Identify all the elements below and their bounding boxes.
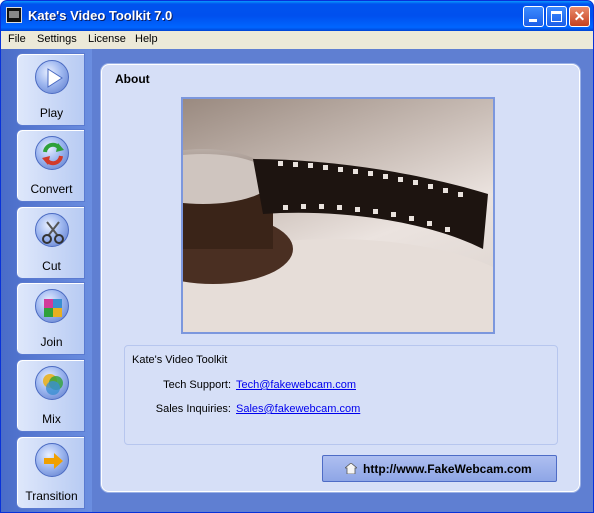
sidebar-item-label: Convert bbox=[30, 182, 73, 196]
sidebar-item-label: Join bbox=[40, 335, 63, 349]
close-icon: ✕ bbox=[573, 8, 586, 24]
sidebar-item-cut[interactable]: Cut bbox=[16, 206, 85, 279]
website-url: http://www.FakeWebcam.com bbox=[363, 462, 532, 476]
home-icon bbox=[345, 463, 357, 474]
contact-info-box: Kate's Video Toolkit Tech Support: Tech@… bbox=[124, 345, 558, 445]
sidebar-item-mix[interactable]: Mix bbox=[16, 359, 85, 432]
sidebar-item-transition[interactable]: Transition bbox=[16, 436, 85, 509]
film-reel-image bbox=[181, 97, 495, 334]
puzzle-icon bbox=[35, 289, 69, 323]
sidebar-item-play[interactable]: Play bbox=[16, 53, 85, 126]
maximize-icon bbox=[551, 11, 562, 22]
sidebar-item-label: Cut bbox=[42, 259, 61, 273]
sales-inquiries-link[interactable]: Sales@fakewebcam.com bbox=[236, 403, 360, 415]
sidebar-item-label: Mix bbox=[42, 412, 61, 426]
convert-icon bbox=[35, 136, 69, 170]
sidebar-item-label: Play bbox=[39, 106, 64, 120]
sidebar-item-convert[interactable]: Convert bbox=[16, 129, 85, 202]
play-icon bbox=[35, 60, 69, 94]
menu-bar: File Settings License Help bbox=[1, 31, 593, 49]
tech-support-label: Tech Support: bbox=[163, 379, 231, 391]
sidebar-item-join[interactable]: Join bbox=[16, 282, 85, 355]
mix-icon bbox=[35, 366, 69, 400]
minimize-button[interactable] bbox=[523, 6, 544, 27]
sidebar-item-label: Transition bbox=[25, 489, 78, 503]
menu-settings[interactable]: Settings bbox=[37, 33, 77, 45]
menu-license[interactable]: License bbox=[88, 33, 126, 45]
scissors-icon bbox=[35, 213, 69, 247]
app-window: Kate's Video Toolkit 7.0 ✕ File Settings… bbox=[0, 0, 594, 513]
minimize-icon bbox=[529, 19, 537, 22]
website-button[interactable]: http://www.FakeWebcam.com bbox=[322, 455, 557, 482]
title-bar[interactable]: Kate's Video Toolkit 7.0 ✕ bbox=[1, 1, 593, 31]
arrow-right-icon bbox=[35, 443, 69, 477]
window-title: Kate's Video Toolkit 7.0 bbox=[28, 8, 173, 23]
menu-help[interactable]: Help bbox=[135, 33, 158, 45]
sales-inquiries-label: Sales Inquiries: bbox=[155, 403, 231, 415]
close-button[interactable]: ✕ bbox=[569, 6, 590, 27]
sidebar: Play Convert Cut Join Mix Transition bbox=[1, 49, 92, 512]
about-panel: About Kate's Video Toolkit Tech Support:… bbox=[101, 64, 580, 492]
maximize-button[interactable] bbox=[546, 6, 567, 27]
client-area: Play Convert Cut Join Mix Transition Abo… bbox=[1, 49, 593, 512]
app-icon bbox=[6, 7, 22, 23]
menu-file[interactable]: File bbox=[8, 33, 26, 45]
tech-support-link[interactable]: Tech@fakewebcam.com bbox=[236, 379, 356, 391]
panel-title: About bbox=[115, 72, 150, 86]
app-name: Kate's Video Toolkit bbox=[132, 354, 228, 366]
